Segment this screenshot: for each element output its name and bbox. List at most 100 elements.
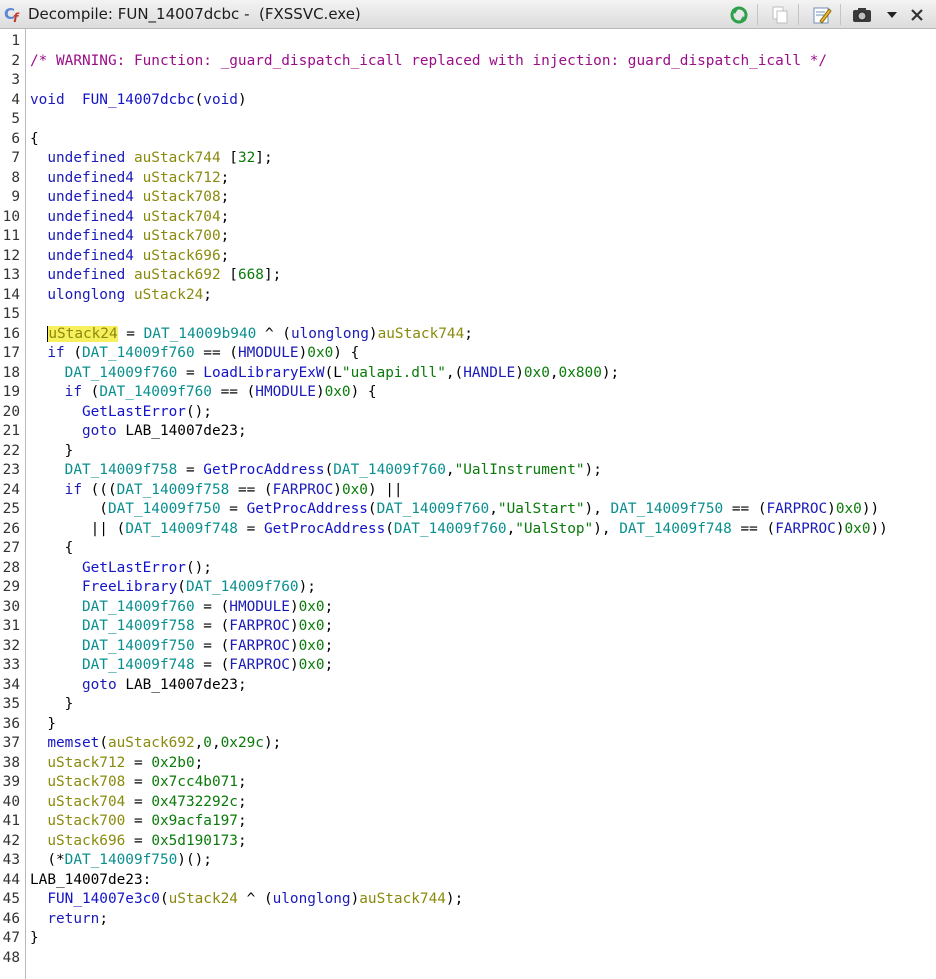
code-token[interactable]: undefined [47, 267, 125, 283]
code-token[interactable]: 0x0 [325, 384, 351, 400]
code-token[interactable]: goto [82, 423, 117, 439]
code-token[interactable]: 0x29c [221, 735, 264, 751]
code-text[interactable]: goto LAB_14007de23; [20, 422, 247, 442]
code-token[interactable]: ) [290, 657, 299, 673]
code-token[interactable]: FUN_14007dcbc [82, 92, 195, 108]
code-token[interactable]: ) [299, 345, 308, 361]
code-line[interactable]: 3 [0, 71, 936, 91]
code-token[interactable] [30, 755, 47, 771]
code-token[interactable]: ulonglong [291, 326, 369, 342]
code-token[interactable]: ulonglong [47, 287, 125, 303]
code-text[interactable]: DAT_14009f748 = (FARPROC)0x0; [20, 656, 333, 676]
code-token[interactable]: ((( [82, 482, 117, 498]
code-line[interactable]: 21 goto LAB_14007de23; [0, 422, 936, 442]
code-line[interactable]: 48 [0, 949, 936, 969]
code-token[interactable]: ; [325, 599, 334, 615]
code-line[interactable]: 18 DAT_14009f760 = LoadLibraryExW(L"uala… [0, 364, 936, 384]
code-line[interactable]: 5 [0, 110, 936, 130]
code-token[interactable]: DAT_14009f750 [65, 852, 178, 868]
code-text[interactable]: } [20, 929, 39, 949]
code-token[interactable]: /* WARNING: Function: _guard_dispatch_ic… [30, 53, 827, 69]
code-line[interactable]: 7 undefined auStack744 [32]; [0, 149, 936, 169]
code-token[interactable]: DAT_14009f760 [82, 599, 195, 615]
code-token[interactable]: ; [99, 911, 108, 927]
code-token[interactable] [30, 482, 65, 498]
code-token[interactable]: ^ ( [238, 891, 273, 907]
code-line[interactable]: 11 undefined4 uStack700; [0, 227, 936, 247]
code-token[interactable]: if [65, 482, 82, 498]
code-line[interactable]: 25 (DAT_14009f750 = GetProcAddress(DAT_1… [0, 500, 936, 520]
code-token[interactable]: memset [47, 735, 99, 751]
code-token[interactable]: FUN_14007e3c0 [47, 891, 160, 907]
code-token[interactable]: ( [325, 462, 334, 478]
code-token[interactable]: DAT_14009f748 [125, 521, 238, 537]
code-token[interactable]: == ( [732, 521, 776, 537]
code-text[interactable]: || (DAT_14009f748 = GetProcAddress(DAT_1… [20, 520, 888, 540]
code-token[interactable] [117, 423, 126, 439]
code-token[interactable]: DAT_14009f750 [108, 501, 221, 517]
code-token[interactable]: uStack696 [47, 833, 125, 849]
code-token[interactable]: { [30, 131, 39, 147]
code-token[interactable]: FARPROC [229, 638, 290, 654]
code-line[interactable]: 44 LAB_14007de23: [0, 871, 936, 891]
code-token[interactable] [30, 813, 47, 829]
code-token[interactable]: = [125, 774, 151, 790]
code-token[interactable]: "UalStop" [515, 521, 593, 537]
code-token[interactable]: undefined4 [47, 209, 134, 225]
edit-signature-icon[interactable] [811, 4, 833, 25]
code-text[interactable]: ulonglong uStack24; [20, 286, 212, 306]
code-token[interactable]: uStack708 [47, 774, 125, 790]
code-token[interactable]: 0x9acfa197 [151, 813, 238, 829]
code-token[interactable]: uStack24 [47, 325, 118, 342]
code-text[interactable]: if (DAT_14009f760 == (HMODULE)0x0) { [20, 344, 359, 364]
code-token[interactable]: ( [82, 384, 100, 400]
code-token[interactable]: DAT_14009f758 [65, 462, 178, 478]
code-token[interactable]: ( [368, 501, 377, 517]
code-token[interactable]: : [143, 872, 152, 888]
code-token[interactable]: 0x0 [342, 482, 368, 498]
code-text[interactable]: DAT_14009f760 = LoadLibraryExW(L"ualapi.… [20, 364, 620, 384]
code-text[interactable]: undefined4 uStack712; [20, 169, 229, 189]
code-token[interactable]: GetProcAddress [264, 521, 385, 537]
code-token[interactable]: ; [325, 657, 334, 673]
code-token[interactable] [134, 209, 143, 225]
code-token[interactable]: LAB_14007de23 [30, 872, 143, 888]
code-token[interactable]: void [203, 92, 238, 108]
code-token[interactable]: 0x0 [524, 365, 550, 381]
code-line[interactable]: 2 /* WARNING: Function: _guard_dispatch_i… [0, 52, 936, 72]
code-line[interactable]: 30 DAT_14009f760 = (HMODULE)0x0; [0, 598, 936, 618]
code-text[interactable]: { [20, 130, 39, 150]
code-token[interactable] [30, 267, 47, 283]
code-token[interactable]: = [125, 794, 151, 810]
code-token[interactable]: uStack700 [47, 813, 125, 829]
code-token[interactable] [30, 599, 82, 615]
code-token[interactable]: ) || [368, 482, 403, 498]
code-token[interactable]: = ( [195, 657, 229, 673]
code-text[interactable]: DAT_14009f760 = (HMODULE)0x0; [20, 598, 333, 618]
code-token[interactable] [30, 774, 47, 790]
code-token[interactable]: 0 [203, 735, 212, 751]
code-token[interactable]: ( [177, 579, 186, 595]
code-token[interactable]: ) [290, 638, 299, 654]
code-token[interactable]: 0x5d190173 [151, 833, 238, 849]
code-line[interactable]: 22 } [0, 442, 936, 462]
code-line[interactable]: 23 DAT_14009f758 = GetProcAddress(DAT_14… [0, 461, 936, 481]
code-token[interactable]: 668 [238, 267, 264, 283]
code-text[interactable]: uStack700 = 0x9acfa197; [20, 812, 246, 832]
code-token[interactable]: = ( [195, 599, 229, 615]
code-line[interactable]: 34 goto LAB_14007de23; [0, 676, 936, 696]
code-token[interactable]: DAT_14009b940 [144, 326, 257, 342]
code-token[interactable]: ; [238, 774, 247, 790]
code-line[interactable]: 32 DAT_14009f750 = (FARPROC)0x0; [0, 637, 936, 657]
code-token[interactable]: 0x2b0 [151, 755, 194, 771]
code-token[interactable]: ]; [264, 267, 281, 283]
code-token[interactable]: [ [221, 267, 238, 283]
code-line[interactable]: 31 DAT_14009f758 = (FARPROC)0x0; [0, 617, 936, 637]
code-line[interactable]: 37 memset(auStack692,0,0x29c); [0, 734, 936, 754]
code-token[interactable]: } [30, 716, 56, 732]
code-token[interactable]: == ( [229, 482, 273, 498]
code-token[interactable]: HMODULE [255, 384, 316, 400]
code-token[interactable]: "UalStart" [498, 501, 585, 517]
code-token[interactable]: auStack692 [134, 267, 221, 283]
code-token[interactable]: = [221, 501, 247, 517]
